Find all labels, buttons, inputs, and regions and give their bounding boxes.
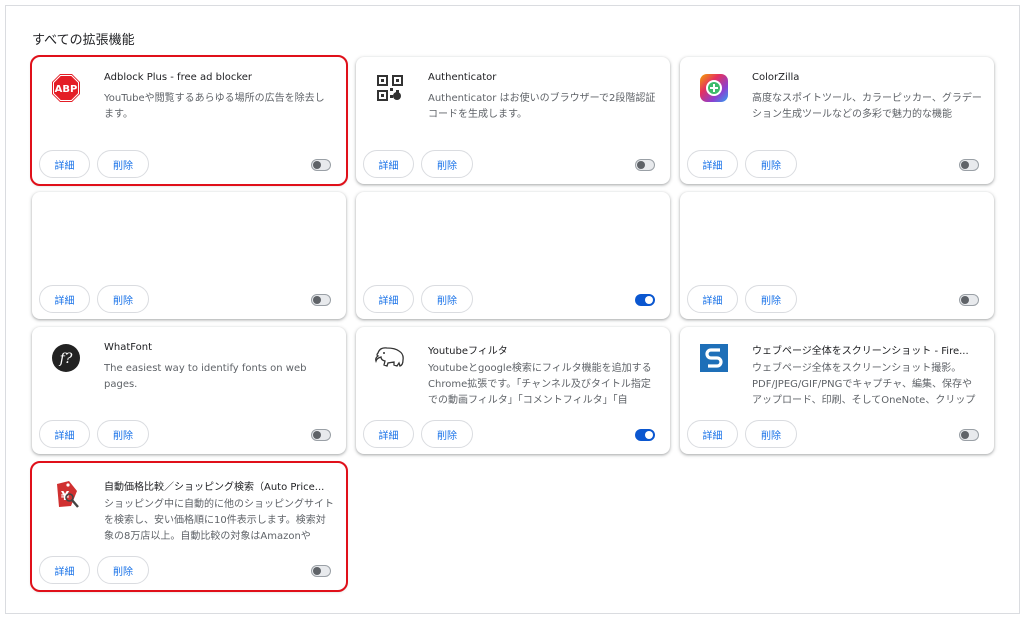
details-button[interactable]: 詳細 (39, 285, 90, 313)
extension-card: ABP Adblock Plus - free ad blocker YouTube… (30, 55, 348, 186)
toggle-knob (645, 431, 653, 439)
extension-card: 詳細 削除 (680, 192, 994, 319)
extension-card: f? WhatFont The easiest way to identify fo… (32, 327, 346, 454)
enable-toggle[interactable] (635, 429, 655, 441)
extension-card: ¥ 自動価格比較／ショッピング検索（Auto Price... ショッピング中に自動… (30, 461, 348, 592)
qr-code-icon (375, 73, 405, 103)
extension-description: ショッピング中に自動的に他のショッピングサイトを検索し、安い価格順に10件表示し… (104, 499, 334, 542)
adblock-plus-icon: ABP (51, 73, 81, 103)
extension-card: ウェブページ全体をスクリーンショット - Fire... ウェブページ全体をスクリ… (680, 327, 994, 454)
toggle-knob (961, 296, 969, 304)
toggle-knob (313, 431, 321, 439)
toggle-knob (637, 161, 645, 169)
enable-toggle[interactable] (311, 294, 331, 306)
enable-toggle[interactable] (311, 159, 331, 171)
extension-name: 自動価格比較／ショッピング検索（Auto Price... (104, 482, 325, 493)
details-button[interactable]: 詳細 (363, 150, 414, 178)
enable-toggle[interactable] (311, 429, 331, 441)
toggle-knob (313, 567, 321, 575)
extension-card: 詳細 削除 (32, 192, 346, 319)
details-button[interactable]: 詳細 (39, 150, 90, 178)
enable-toggle[interactable] (311, 565, 331, 577)
details-button[interactable]: 詳細 (363, 420, 414, 448)
colorzilla-icon (699, 73, 729, 103)
enable-toggle[interactable] (959, 429, 979, 441)
section-title: すべての拡張機能 (32, 33, 135, 48)
enable-toggle[interactable] (635, 294, 655, 306)
price-tag-icon: ¥ (51, 479, 81, 509)
whatfont-icon: f? (51, 343, 81, 373)
extension-card: Authenticator Authenticator はお使いのブラウザーで2段… (356, 57, 670, 184)
toggle-knob (645, 296, 653, 304)
toggle-knob (313, 296, 321, 304)
enable-toggle[interactable] (959, 294, 979, 306)
enable-toggle[interactable] (635, 159, 655, 171)
fireshot-icon (699, 343, 729, 373)
extension-description: YouTubeや閲覧するあらゆる場所の広告を除去します。 (104, 93, 325, 120)
toggle-knob (313, 161, 321, 169)
extension-description: Authenticator はお使いのブラウザーで2段階認証コードを生成します。 (428, 93, 656, 120)
extension-name: Adblock Plus - free ad blocker (104, 72, 253, 83)
svg-text:ABP: ABP (55, 84, 78, 95)
extension-card: ColorZilla 高度なスポイトツール、カラーピッカー、グラデーション生成ツー… (680, 57, 994, 184)
details-button[interactable]: 詳細 (39, 556, 90, 584)
details-button[interactable]: 詳細 (687, 285, 738, 313)
svg-text:f?: f? (59, 351, 73, 367)
toggle-knob (961, 161, 969, 169)
details-button[interactable]: 詳細 (687, 420, 738, 448)
extension-card: 詳細 削除 (356, 192, 670, 319)
details-button[interactable]: 詳細 (687, 150, 738, 178)
remove-button[interactable]: 削除 (421, 420, 473, 448)
details-button[interactable]: 詳細 (39, 420, 90, 448)
enable-toggle[interactable] (959, 159, 979, 171)
extension-name: Youtubeフィルタ (428, 346, 508, 357)
extension-description: Youtubeとgoogle検索にフィルタ機能を追加するChrome拡張です。「… (428, 363, 652, 406)
elephant-icon (375, 343, 405, 373)
remove-button[interactable]: 削除 (745, 420, 797, 448)
remove-button[interactable]: 削除 (745, 150, 797, 178)
remove-button[interactable]: 削除 (421, 150, 473, 178)
extension-card: Youtubeフィルタ Youtubeとgoogle検索にフィルタ機能を追加するC… (356, 327, 670, 454)
extension-name: ウェブページ全体をスクリーンショット - Fire... (752, 346, 969, 357)
remove-button[interactable]: 削除 (97, 556, 149, 584)
extension-name: Authenticator (428, 72, 497, 83)
remove-button[interactable]: 削除 (97, 285, 149, 313)
details-button[interactable]: 詳細 (363, 285, 414, 313)
extension-description: 高度なスポイトツール、カラーピッカー、グラデーション生成ツールなどの多彩で魅力的… (752, 93, 982, 120)
remove-button[interactable]: 削除 (97, 420, 149, 448)
remove-button[interactable]: 削除 (97, 150, 149, 178)
remove-button[interactable]: 削除 (421, 285, 473, 313)
remove-button[interactable]: 削除 (745, 285, 797, 313)
extension-description: ウェブページ全体をスクリーンショット撮影。PDF/JPEG/GIF/PNGでキャ… (752, 363, 976, 406)
toggle-knob (961, 431, 969, 439)
extension-description: The easiest way to identify fonts on web… (104, 363, 307, 390)
extension-name: ColorZilla (752, 72, 800, 83)
extension-name: WhatFont (104, 342, 153, 353)
